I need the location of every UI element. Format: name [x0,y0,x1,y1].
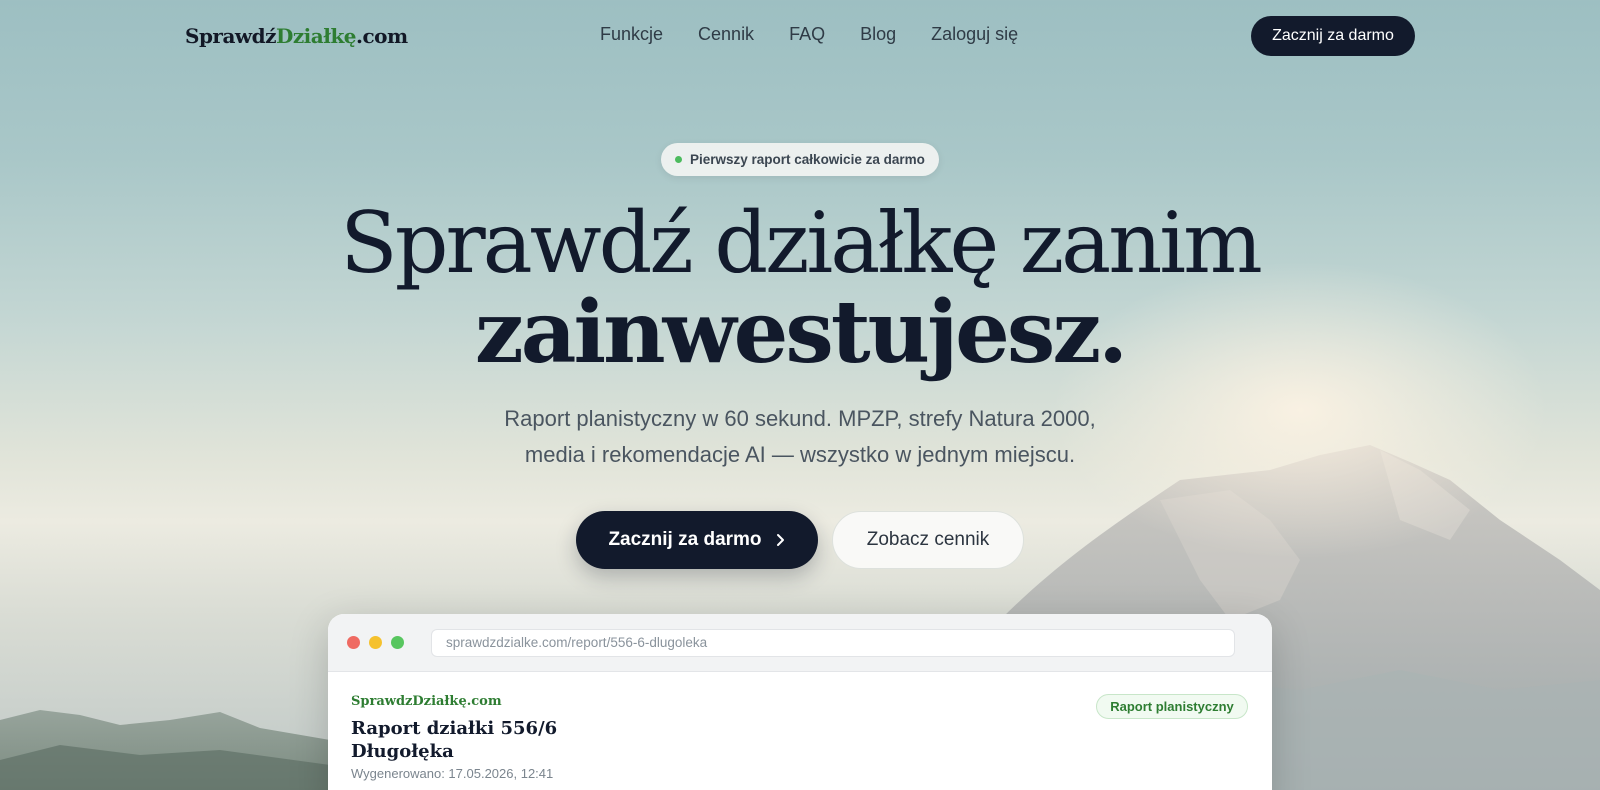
report-preview-window: sprawdzdzialke.com/report/556-6-dlugolek… [328,614,1272,790]
window-close-icon [347,636,360,649]
logo-text-com: .com [356,24,408,48]
hero-subtitle-line1: Raport planistyczny w 60 sekund. MPZP, s… [504,406,1096,431]
nav-link-cennik[interactable]: Cennik [698,24,754,45]
nav-links: Funkcje Cennik FAQ Blog Zaloguj się [600,24,1018,45]
site-logo[interactable]: SprawdźDziałkę.com [185,24,408,48]
top-navigation: SprawdźDziałkę.com Funkcje Cennik FAQ Bl… [0,0,1600,72]
logo-text-sprawdz: Sprawdź [185,24,276,48]
hero-subtitle: Raport planistyczny w 60 sekund. MPZP, s… [400,401,1200,473]
pill-text: Pierwszy raport całkowicie za darmo [690,152,925,167]
report-title-line2: Długołęka [351,741,454,762]
address-bar: sprawdzdzialke.com/report/556-6-dlugolek… [431,629,1235,657]
free-report-pill: Pierwszy raport całkowicie za darmo [661,143,939,176]
browser-toolbar: sprawdzdzialke.com/report/556-6-dlugolek… [328,614,1272,672]
report-generated-date: Wygenerowano: 17.05.2026, 12:41 [351,766,554,781]
window-maximize-icon [391,636,404,649]
hero-title-line2: zainwestujesz. [474,282,1128,383]
hero-title: Sprawdź działkę zanim zainwestujesz. [0,198,1600,378]
start-free-button-label: Zacznij za darmo [608,529,762,550]
hero-title-line1: Sprawdź działkę zanim [340,194,1263,292]
report-brand: SprawdzDziałkę.com [351,694,502,709]
hero-subtitle-line2: media i rekomendacje AI — wszystko w jed… [524,442,1076,467]
report-title-line1: Raport działki 556/6 [351,718,558,739]
nav-link-login[interactable]: Zaloguj się [931,24,1018,45]
start-free-button[interactable]: Zacznij za darmo [576,511,818,569]
status-dot-icon [675,156,682,163]
nav-link-faq[interactable]: FAQ [789,24,825,45]
report-title: Raport działki 556/6 Długołęka [351,717,571,763]
see-pricing-button[interactable]: Zobacz cennik [832,511,1024,569]
report-type-badge: Raport planistyczny [1096,694,1248,719]
nav-link-funkcje[interactable]: Funkcje [600,24,663,45]
nav-start-free-button[interactable]: Zacznij za darmo [1251,16,1415,56]
logo-text-dzialke: Działkę [275,24,357,48]
window-minimize-icon [369,636,382,649]
nav-link-blog[interactable]: Blog [860,24,896,45]
chevron-right-icon [776,534,784,546]
